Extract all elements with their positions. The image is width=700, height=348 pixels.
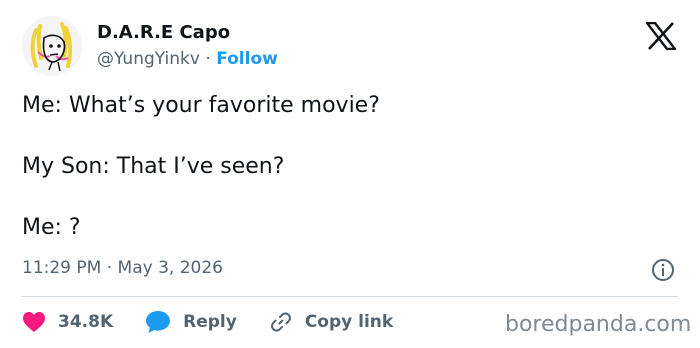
tweet-line-3: Me: ? bbox=[22, 215, 81, 240]
copy-link-button[interactable]: Copy link bbox=[269, 310, 393, 334]
tweet-line-1: Me: What’s your favorite movie? bbox=[22, 93, 380, 118]
tweet-text: Me: What’s your favorite movie? My Son: … bbox=[22, 92, 672, 242]
action-bar: 34.8K Reply Copy link bbox=[22, 309, 393, 335]
link-icon bbox=[270, 312, 291, 332]
like-button[interactable]: 34.8K bbox=[22, 311, 113, 333]
watermark: boredpanda.com bbox=[505, 312, 692, 337]
like-count: 34.8K bbox=[58, 312, 114, 332]
timestamp-separator: · bbox=[106, 258, 113, 278]
tweet-timestamp[interactable]: 11:29 PM · May 3, 2026 bbox=[22, 258, 223, 278]
reply-label: Reply bbox=[183, 312, 237, 332]
author-display-name[interactable]: D.A.R.E Capo bbox=[97, 22, 230, 43]
tweet-time: 11:29 PM bbox=[22, 258, 102, 278]
info-icon[interactable] bbox=[651, 258, 675, 282]
avatar-image bbox=[22, 16, 82, 76]
copy-link-label: Copy link bbox=[304, 312, 394, 332]
follow-button[interactable]: Follow bbox=[216, 49, 278, 69]
reply-bubble-icon bbox=[146, 311, 171, 333]
heart-icon bbox=[23, 312, 45, 332]
tweet-date: May 3, 2026 bbox=[117, 258, 223, 278]
author-handle[interactable]: @YungYinkv bbox=[97, 49, 200, 69]
author-handle-line: @YungYinkv · Follow bbox=[97, 49, 278, 69]
avatar[interactable] bbox=[22, 16, 82, 76]
x-logo-icon[interactable] bbox=[646, 22, 676, 50]
tweet-line-2: My Son: That I’ve seen? bbox=[22, 154, 285, 179]
handle-separator: · bbox=[205, 49, 211, 69]
divider bbox=[22, 296, 678, 297]
reply-button[interactable]: Reply bbox=[145, 310, 237, 334]
